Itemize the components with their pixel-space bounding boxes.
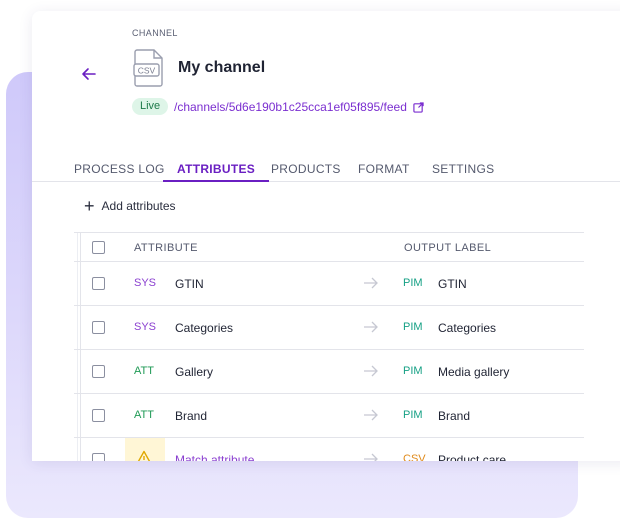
row-checkbox[interactable]: [92, 365, 105, 378]
column-header-output-label: OUTPUT LABEL: [404, 242, 492, 254]
arrow-right-icon: [364, 453, 378, 461]
output-label: GTIN: [438, 277, 467, 291]
attribute-name: Brand: [175, 409, 208, 423]
table-row[interactable]: SYS GTIN PIM GTIN: [74, 262, 584, 306]
feed-path: /channels/5d6e190b1c25cca1ef05f895/feed: [174, 100, 407, 114]
attribute-name: GTIN: [175, 277, 204, 291]
column-header-attribute: ATTRIBUTE: [134, 242, 198, 254]
arrow-right-icon: [364, 321, 378, 333]
back-button[interactable]: [78, 63, 100, 85]
output-source-code: PIM: [403, 321, 423, 333]
attribute-source-code: ATT: [134, 409, 154, 421]
csv-icon-label: CSV: [138, 66, 156, 76]
row-checkbox[interactable]: [92, 321, 105, 334]
table-row[interactable]: SYS Categories PIM Categories: [74, 306, 584, 350]
plus-icon: +: [84, 196, 95, 216]
status-badge: Live: [132, 98, 169, 115]
row-checkbox[interactable]: [92, 277, 105, 290]
output-source-code: PIM: [403, 277, 423, 289]
feed-link[interactable]: /channels/5d6e190b1c25cca1ef05f895/feed: [174, 100, 424, 114]
add-attributes-label: Add attributes: [101, 199, 176, 213]
output-label: Media gallery: [438, 365, 510, 379]
attribute-name: Categories: [175, 321, 234, 335]
output-source-code: PIM: [403, 409, 423, 421]
output-label: Categories: [438, 321, 497, 335]
external-link-icon: [413, 101, 424, 113]
csv-file-icon: CSV: [133, 49, 163, 87]
warning-icon: [137, 450, 151, 461]
arrow-left-icon: [82, 68, 96, 80]
attribute-source-code: SYS: [134, 321, 157, 333]
output-label: Product care: [438, 453, 507, 461]
table-row[interactable]: Match attribute CSV Product care: [74, 438, 584, 461]
attribute-name: Gallery: [175, 365, 214, 379]
page-title: My channel: [178, 59, 266, 76]
match-attribute-link[interactable]: Match attribute: [175, 453, 254, 461]
select-all-checkbox[interactable]: [92, 241, 105, 254]
page-eyebrow: CHANNEL: [132, 28, 178, 38]
table-header: ATTRIBUTE OUTPUT LABEL: [74, 232, 584, 262]
tab-format[interactable]: FORMAT: [358, 162, 410, 182]
table-row[interactable]: ATT Brand PIM Brand: [74, 394, 584, 438]
arrow-right-icon: [364, 277, 378, 289]
row-checkbox[interactable]: [92, 453, 105, 461]
arrow-right-icon: [364, 365, 378, 377]
tab-bar: PROCESS LOG ATTRIBUTES PRODUCTS FORMAT S…: [32, 158, 620, 182]
tab-process-log[interactable]: PROCESS LOG: [74, 162, 165, 182]
channel-panel: CHANNEL CSV My channel Live /channels/5d…: [32, 11, 620, 461]
output-label: Brand: [438, 409, 471, 423]
tab-settings[interactable]: SETTINGS: [432, 162, 494, 182]
row-checkbox[interactable]: [92, 409, 105, 422]
arrow-right-icon: [364, 409, 378, 421]
table-row[interactable]: ATT Gallery PIM Media gallery: [74, 350, 584, 394]
tab-attributes[interactable]: ATTRIBUTES: [163, 162, 270, 182]
add-attributes-button[interactable]: + Add attributes: [84, 196, 176, 216]
tab-products[interactable]: PRODUCTS: [271, 162, 341, 182]
attribute-source-code: SYS: [134, 277, 157, 289]
attribute-source-code: ATT: [134, 365, 154, 377]
attributes-table: ATTRIBUTE OUTPUT LABEL SYS GTIN PIM GTIN…: [74, 232, 584, 461]
output-source-code: PIM: [403, 365, 423, 377]
output-source-code: CSV: [403, 453, 426, 461]
